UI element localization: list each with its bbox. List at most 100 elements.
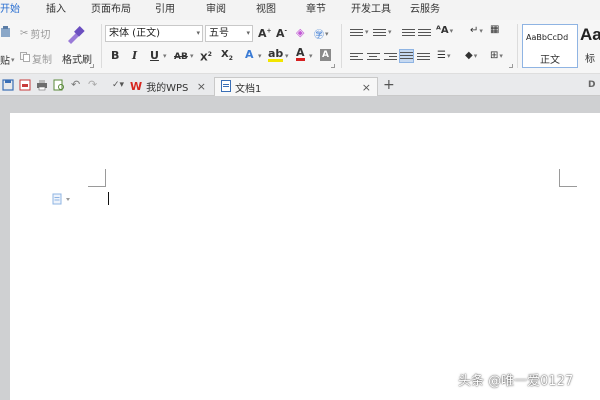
- change-case-icon: ᴬA: [436, 25, 449, 36]
- menu-tab-insert[interactable]: 插入: [46, 3, 66, 17]
- align-center-icon[interactable]: [367, 51, 380, 63]
- format-painter-label: 格式刷: [62, 55, 92, 66]
- tab-my-wps[interactable]: W 我的WPS ×: [130, 77, 212, 96]
- italic-button[interactable]: I: [132, 49, 137, 63]
- print-preview-icon[interactable]: [53, 79, 65, 91]
- menu-tab-cloud[interactable]: 云服务: [410, 3, 440, 17]
- grow-font-icon: A+: [258, 27, 272, 40]
- customize-toolbar-icon[interactable]: ✓▾: [112, 79, 124, 91]
- document-page[interactable]: [10, 113, 600, 400]
- chevron-down-icon: ▾: [446, 51, 451, 60]
- strikethrough-button[interactable]: AB: [174, 50, 188, 64]
- chevron-down-icon[interactable]: ▾: [285, 52, 289, 60]
- chevron-down-icon[interactable]: ▾: [190, 52, 194, 60]
- save-icon[interactable]: [2, 79, 14, 91]
- eraser-icon: ◈: [296, 26, 305, 39]
- font-size-select[interactable]: 五号 ▾: [205, 25, 253, 42]
- menu-tab-view[interactable]: 视图: [256, 3, 276, 17]
- underline-button[interactable]: U: [150, 49, 159, 63]
- right-toolbar-icon[interactable]: D: [588, 80, 595, 90]
- shading-button[interactable]: ◆ ▾: [465, 50, 477, 61]
- chevron-down-icon[interactable]: ▾: [163, 52, 167, 60]
- chevron-down-icon[interactable]: ▾: [258, 52, 262, 60]
- style-name: 正文: [540, 55, 560, 66]
- text-cursor: [108, 192, 109, 205]
- chevron-down-icon: ▾: [473, 51, 478, 60]
- decrease-indent-icon[interactable]: [402, 27, 415, 39]
- phonetic-button[interactable]: ㊫ ▾: [314, 26, 329, 42]
- table-button[interactable]: ▦: [490, 24, 499, 35]
- clear-format-button[interactable]: ◈: [296, 26, 304, 39]
- chevron-down-icon[interactable]: ▾: [365, 28, 369, 36]
- chevron-down-icon[interactable]: ▾: [309, 52, 313, 60]
- copy-label: 复制: [32, 55, 52, 66]
- font-color-button[interactable]: A: [296, 47, 305, 61]
- bold-button[interactable]: B: [111, 49, 119, 63]
- crop-mark-top-right: [559, 169, 577, 187]
- show-marks-button[interactable]: ↵ ▾: [470, 25, 483, 36]
- font-size-value: 五号: [209, 28, 229, 39]
- justify-icon[interactable]: [399, 49, 414, 63]
- paste-icon[interactable]: [0, 26, 12, 38]
- grow-font-button[interactable]: A+: [258, 27, 272, 40]
- bullet-list-icon[interactable]: [350, 27, 363, 39]
- line-spacing-button[interactable]: ☰ ▾: [437, 50, 450, 61]
- highlight-button[interactable]: ab: [268, 48, 284, 62]
- style-normal[interactable]: AaBbCcDd 正文: [522, 24, 578, 68]
- phonetic-icon: ㊫: [314, 30, 324, 41]
- borders-button[interactable]: ⊞ ▾: [490, 50, 503, 61]
- borders-icon: ⊞: [490, 50, 499, 61]
- chevron-down-icon: ▾: [11, 55, 15, 64]
- cut-button[interactable]: ✂ 剪切: [20, 26, 50, 41]
- divider: [101, 24, 102, 68]
- numbered-list-icon[interactable]: [373, 27, 386, 39]
- shrink-font-button[interactable]: A-: [276, 27, 287, 40]
- pilcrow-icon: ↵: [470, 25, 479, 36]
- dialog-launcher-icon[interactable]: [331, 64, 335, 68]
- tab-bar: ↶ ↷ ✓▾ W 我的WPS × 文档1 × + D: [0, 74, 600, 96]
- close-icon[interactable]: ×: [362, 81, 371, 94]
- close-icon[interactable]: ×: [197, 80, 206, 93]
- change-case-button[interactable]: ᴬA ▾: [436, 25, 453, 36]
- menu-tab-references[interactable]: 引用: [155, 3, 175, 17]
- dialog-launcher-icon[interactable]: [90, 64, 94, 68]
- superscript-button[interactable]: X2: [200, 48, 212, 65]
- menu-tab-developer[interactable]: 开发工具: [351, 3, 391, 17]
- chevron-down-icon: ▾: [246, 29, 250, 37]
- dialog-launcher-icon[interactable]: [509, 64, 513, 68]
- wps-logo-icon: W: [130, 80, 143, 93]
- style-heading-sample[interactable]: Aa: [580, 25, 600, 45]
- copy-button[interactable]: 复制: [20, 51, 52, 66]
- chevron-down-icon: ▾: [479, 26, 483, 35]
- tab-document[interactable]: 文档1 ×: [214, 77, 378, 96]
- menu-tab-chapter[interactable]: 章节: [306, 3, 326, 17]
- menu-tab-home[interactable]: 开始: [0, 3, 20, 17]
- paste-button[interactable]: 贴 ▾: [0, 52, 15, 68]
- align-left-icon[interactable]: [350, 51, 363, 63]
- format-painter-button[interactable]: 格式刷: [62, 51, 92, 66]
- chevron-down-icon: ▾: [325, 29, 329, 38]
- style-sample: AaBbCcDd: [526, 33, 569, 42]
- char-shading-button[interactable]: A: [320, 49, 331, 61]
- menu-tab-page-layout[interactable]: 页面布局: [91, 3, 131, 17]
- copy-icon: [20, 52, 30, 65]
- menu-tab-review[interactable]: 审阅: [206, 3, 226, 17]
- redo-icon[interactable]: ↷: [88, 79, 100, 91]
- add-tab-button[interactable]: +: [383, 78, 395, 92]
- print-icon[interactable]: [36, 79, 48, 91]
- distributed-align-icon[interactable]: [417, 51, 430, 63]
- chevron-down-icon: ▾: [196, 29, 200, 37]
- undo-icon[interactable]: ↶: [71, 79, 83, 91]
- subscript-button[interactable]: X2: [221, 48, 233, 66]
- paragraph-handle-icon[interactable]: [52, 193, 74, 205]
- increase-indent-icon[interactable]: [418, 27, 431, 39]
- font-name-select[interactable]: 宋体 (正文) ▾: [105, 25, 203, 42]
- chevron-down-icon[interactable]: ▾: [388, 28, 392, 36]
- chevron-down-icon: ▾: [449, 26, 454, 35]
- export-pdf-icon[interactable]: [19, 79, 31, 91]
- text-effect-button[interactable]: A: [245, 48, 254, 62]
- align-right-icon[interactable]: [384, 51, 397, 63]
- chevron-down-icon: ▾: [499, 51, 503, 60]
- format-painter-icon[interactable]: [64, 24, 86, 46]
- tab-label: 我的WPS: [146, 83, 189, 94]
